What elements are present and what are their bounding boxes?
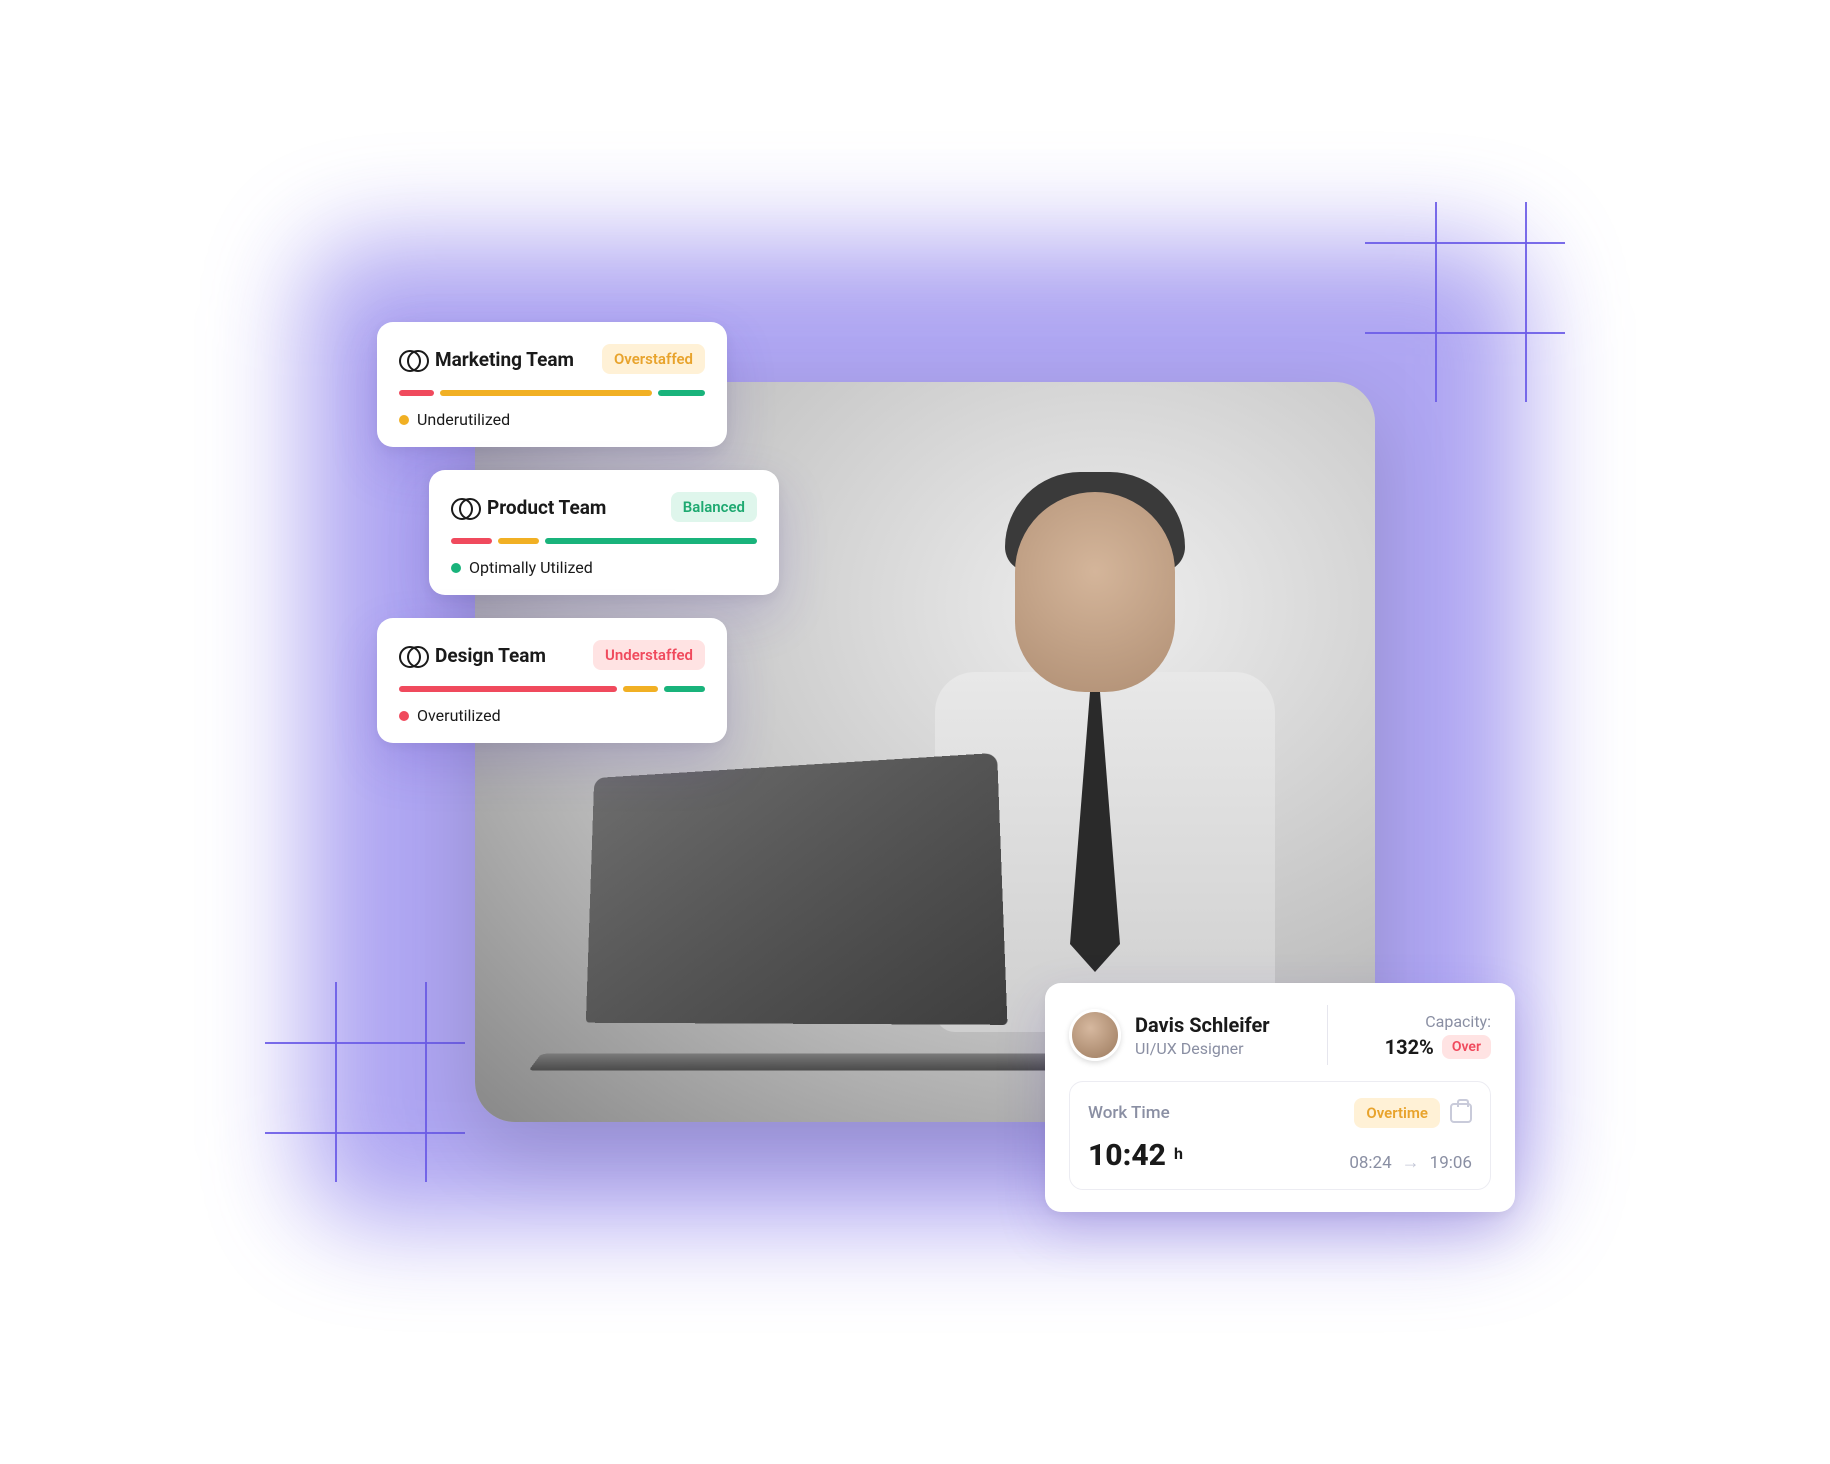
user-role: UI/UX Designer: [1135, 1039, 1270, 1058]
status-badge: Balanced: [671, 492, 757, 522]
laptop-illustration: [535, 762, 1095, 1082]
decorative-grid-top-right: [1365, 202, 1565, 402]
divider: [1327, 1005, 1328, 1065]
legend-dot-icon: [399, 711, 409, 721]
status-badge: Understaffed: [593, 640, 705, 670]
start-time: 08:24: [1349, 1153, 1391, 1173]
legend-text: Optimally Utilized: [469, 558, 593, 577]
status-badge: Overstaffed: [602, 344, 705, 374]
legend-text: Overutilized: [417, 706, 501, 725]
avatar: [1069, 1009, 1121, 1061]
work-time-label: Work Time: [1088, 1103, 1170, 1123]
work-time-range: 08:24 → 19:06: [1349, 1152, 1472, 1173]
work-duration-value: 10:42: [1088, 1138, 1166, 1173]
legend-dot-icon: [399, 415, 409, 425]
team-circles-icon: [399, 346, 425, 372]
user-capacity-card[interactable]: Davis Schleifer UI/UX Designer Capacity:…: [1045, 983, 1515, 1212]
utilization-bar: [451, 538, 757, 544]
work-duration: 10:42 h: [1088, 1138, 1183, 1173]
capacity-badge: Over: [1442, 1035, 1491, 1059]
utilization-bar: [399, 686, 705, 692]
arrow-right-icon: →: [1402, 1152, 1420, 1173]
capacity-label: Capacity:: [1385, 1012, 1491, 1031]
team-card-product[interactable]: Product Team Balanced Optimally Utilized: [429, 470, 779, 595]
overtime-badge: Overtime: [1354, 1098, 1440, 1128]
briefcase-icon: [1450, 1103, 1472, 1123]
utilization-legend: Underutilized: [399, 410, 705, 429]
team-card-marketing[interactable]: Marketing Team Overstaffed Underutilized: [377, 322, 727, 447]
utilization-legend: Overutilized: [399, 706, 705, 725]
team-card-design[interactable]: Design Team Understaffed Overutilized: [377, 618, 727, 743]
capacity-value: 132%: [1385, 1035, 1434, 1059]
team-name: Product Team: [487, 496, 606, 519]
team-name: Design Team: [435, 644, 546, 667]
end-time: 19:06: [1430, 1153, 1472, 1173]
work-duration-unit: h: [1174, 1144, 1183, 1163]
team-name: Marketing Team: [435, 348, 574, 371]
legend-text: Underutilized: [417, 410, 510, 429]
utilization-legend: Optimally Utilized: [451, 558, 757, 577]
team-circles-icon: [399, 642, 425, 668]
user-name: Davis Schleifer: [1135, 1013, 1270, 1037]
decorative-grid-bottom-left: [265, 982, 465, 1182]
utilization-bar: [399, 390, 705, 396]
legend-dot-icon: [451, 563, 461, 573]
team-circles-icon: [451, 494, 477, 520]
work-time-panel: Work Time Overtime 10:42 h 08:24 → 19:06: [1069, 1081, 1491, 1190]
